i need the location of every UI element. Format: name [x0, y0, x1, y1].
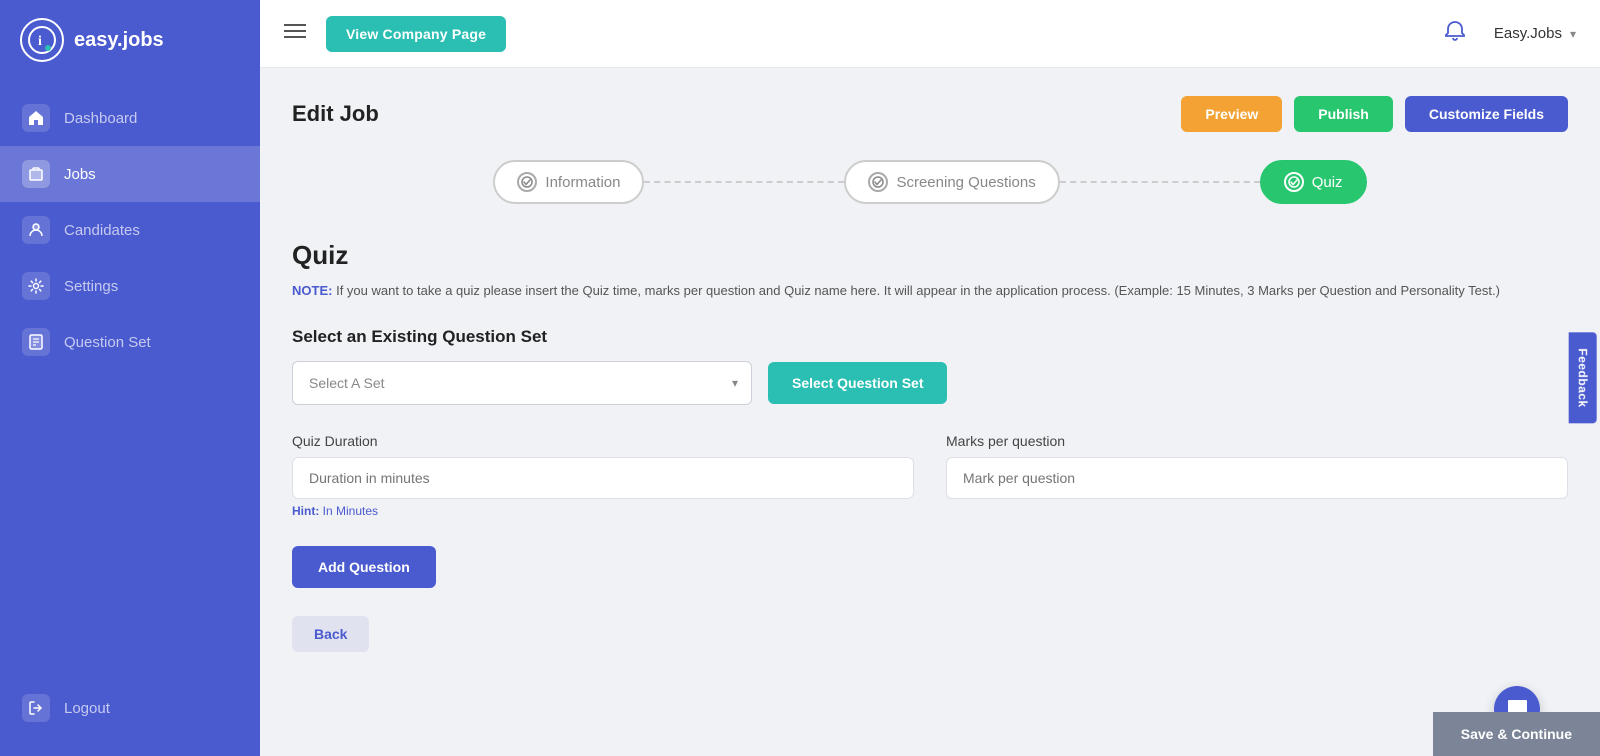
duration-input[interactable] — [292, 457, 914, 499]
quiz-note: NOTE: If you want to take a quiz please … — [292, 281, 1568, 301]
sidebar-item-jobs[interactable]: Jobs — [0, 146, 260, 202]
logo-text: easy.jobs — [74, 29, 164, 52]
hint-label: Hint: — [292, 504, 319, 518]
topbar: View Company Page Easy.Jobs ▾ — [260, 0, 1600, 68]
question-set-icon — [22, 328, 50, 356]
sidebar-jobs-label: Jobs — [64, 166, 96, 183]
step-information[interactable]: Information — [493, 160, 644, 204]
step-information-label: Information — [545, 174, 620, 191]
edit-job-actions: Preview Publish Customize Fields — [1181, 96, 1568, 132]
sidebar-item-logout[interactable]: Logout — [0, 680, 260, 736]
marks-field-group: Marks per question — [946, 433, 1568, 518]
marks-input[interactable] — [946, 457, 1568, 499]
steps-bar: Information Screening Questions Quiz — [292, 160, 1568, 204]
step-dotted-1 — [644, 181, 844, 183]
svg-text:i: i — [38, 34, 42, 49]
sidebar-item-candidates[interactable]: Candidates — [0, 202, 260, 258]
step-screening-check — [868, 172, 888, 192]
menu-icon[interactable] — [284, 22, 306, 45]
add-question-button[interactable]: Add Question — [292, 546, 436, 588]
select-set-wrapper: Select A Set ▾ — [292, 361, 752, 405]
step-quiz-label: Quiz — [1312, 174, 1343, 191]
preview-button[interactable]: Preview — [1181, 96, 1282, 132]
sidebar-question-set-label: Question Set — [64, 334, 151, 351]
duration-marks-row: Quiz Duration Hint: In Minutes Marks per… — [292, 433, 1568, 518]
sidebar-candidates-label: Candidates — [64, 222, 140, 239]
topbar-user-name: Easy.Jobs — [1494, 25, 1562, 42]
select-question-set-button[interactable]: Select Question Set — [768, 362, 947, 404]
step-quiz-check — [1284, 172, 1304, 192]
quiz-title: Quiz — [292, 240, 1568, 271]
home-icon — [22, 104, 50, 132]
sidebar-settings-label: Settings — [64, 278, 118, 295]
sidebar-dashboard-label: Dashboard — [64, 110, 137, 127]
edit-job-title: Edit Job — [292, 101, 379, 127]
save-continue-button[interactable]: Save & Continue — [1433, 712, 1600, 756]
select-section-title: Select an Existing Question Set — [292, 327, 1568, 347]
step-screening-label: Screening Questions — [896, 174, 1035, 191]
main-wrapper: View Company Page Easy.Jobs ▾ Edit Job P… — [260, 0, 1600, 756]
publish-button[interactable]: Publish — [1294, 96, 1393, 132]
step-quiz[interactable]: Quiz — [1260, 160, 1367, 204]
content-area: Edit Job Preview Publish Customize Field… — [260, 68, 1600, 756]
duration-hint: Hint: In Minutes — [292, 504, 914, 518]
jobs-icon — [22, 160, 50, 188]
back-button-row: Back — [292, 616, 1568, 652]
marks-label: Marks per question — [946, 433, 1568, 449]
sidebar-item-dashboard[interactable]: Dashboard — [0, 90, 260, 146]
logout-icon — [22, 694, 50, 722]
hint-text: In Minutes — [323, 504, 378, 518]
step-information-check — [517, 172, 537, 192]
bell-icon[interactable] — [1444, 20, 1466, 48]
chevron-down-icon: ▾ — [1570, 27, 1576, 41]
quiz-note-text: If you want to take a quiz please insert… — [336, 283, 1500, 298]
select-set-dropdown[interactable]: Select A Set — [292, 361, 752, 405]
edit-job-header: Edit Job Preview Publish Customize Field… — [292, 96, 1568, 132]
quiz-note-label: NOTE: — [292, 283, 332, 298]
duration-label: Quiz Duration — [292, 433, 914, 449]
sidebar-item-settings[interactable]: Settings — [0, 258, 260, 314]
back-button[interactable]: Back — [292, 616, 369, 652]
view-company-button[interactable]: View Company Page — [326, 16, 506, 52]
settings-icon — [22, 272, 50, 300]
duration-field-group: Quiz Duration Hint: In Minutes — [292, 433, 914, 518]
sidebar-item-question-set[interactable]: Question Set — [0, 314, 260, 370]
sidebar-nav: Dashboard Jobs Candidates Settings Quest… — [0, 80, 260, 664]
sidebar-bottom: Logout — [0, 664, 260, 756]
step-screening[interactable]: Screening Questions — [844, 160, 1059, 204]
sidebar: i easy.jobs Dashboard Jobs Candidates — [0, 0, 260, 756]
logo-icon: i — [20, 18, 64, 62]
customize-fields-button[interactable]: Customize Fields — [1405, 96, 1568, 132]
sidebar-logout-label: Logout — [64, 700, 110, 717]
sidebar-logo: i easy.jobs — [0, 0, 260, 80]
topbar-user[interactable]: Easy.Jobs ▾ — [1494, 25, 1576, 42]
candidates-icon — [22, 216, 50, 244]
select-row: Select A Set ▾ Select Question Set — [292, 361, 1568, 405]
step-dotted-2 — [1060, 181, 1260, 183]
feedback-tab[interactable]: Feedback — [1568, 332, 1596, 423]
